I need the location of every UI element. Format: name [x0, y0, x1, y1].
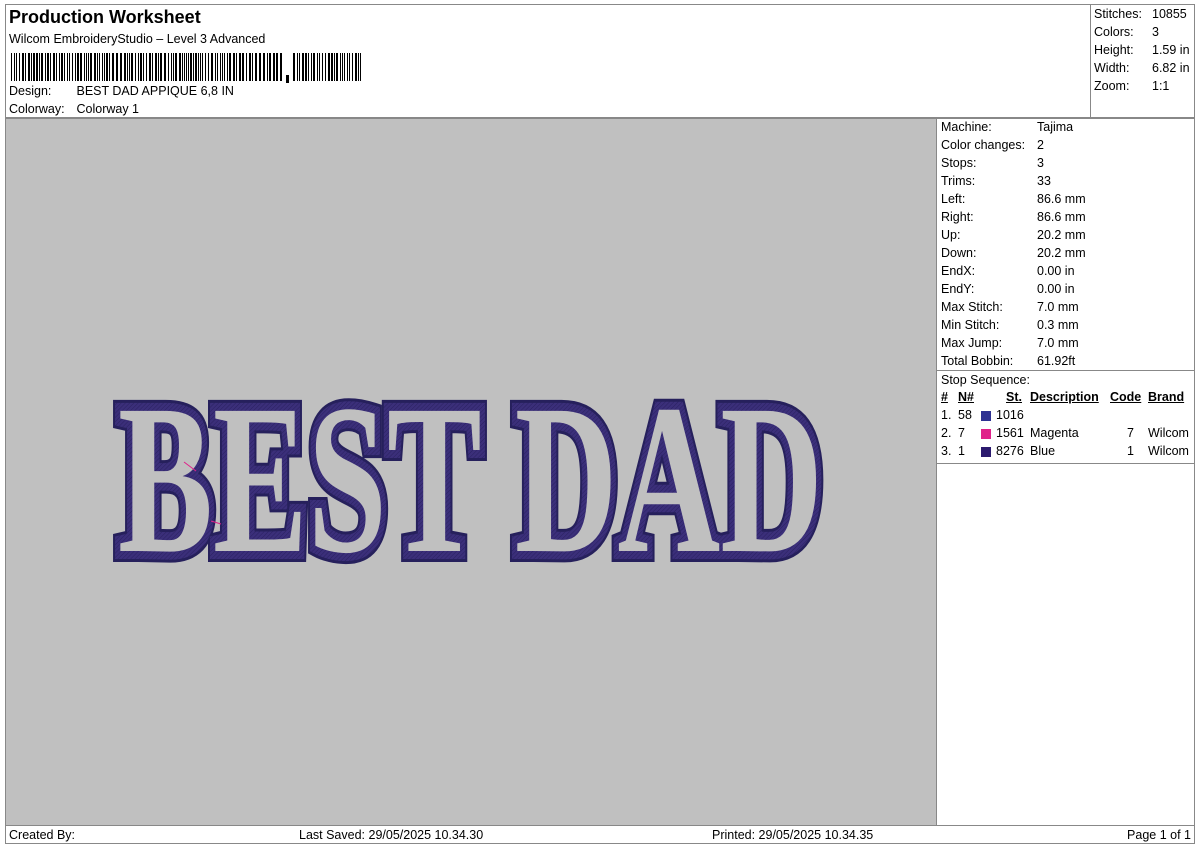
machine-row-value: Tajima [1037, 120, 1074, 134]
stop-row: 2. 7 1561 Magenta 7 Wilcom [937, 426, 1196, 444]
stop-sequence-title: Stop Sequence: [941, 373, 1030, 387]
stop-num: 1. [941, 408, 952, 422]
design-text-fill: BEST DAD [118, 361, 823, 598]
machine-row-label: Trims: [941, 174, 976, 188]
notes-area [936, 463, 1195, 826]
machine-row-value: 86.6 mm [1037, 192, 1086, 206]
col-desc: Description [1030, 390, 1099, 404]
summary-zoom: Zoom: 1:1 [1094, 79, 1170, 93]
col-brand: Brand [1148, 390, 1185, 404]
machine-row-value: 0.00 in [1037, 264, 1075, 278]
col-n: N# [958, 390, 974, 404]
colorway-value: Colorway 1 [76, 102, 140, 116]
summary-stitches: Stitches: 10855 [1094, 7, 1187, 21]
stop-row: 1. 58 1016 [937, 408, 1196, 426]
summary-width: Width: 6.82 in [1094, 61, 1190, 75]
machine-row: Stops: 3 [941, 156, 1044, 170]
worksheet-header: Production Worksheet Wilcom EmbroiderySt… [5, 4, 1091, 118]
machine-row-value: 33 [1037, 174, 1051, 188]
design-value: BEST DAD APPIQUE 6,8 IN [76, 84, 234, 98]
machine-row-value: 3 [1037, 156, 1044, 170]
machine-row-value: 86.6 mm [1037, 210, 1086, 224]
stop-brand: Wilcom [1148, 444, 1189, 458]
stop-code: 7 [1127, 426, 1134, 440]
stop-row: 3. 1 8276 Blue 1 Wilcom [937, 444, 1196, 462]
machine-row: Min Stitch: 0.3 mm [941, 318, 1079, 332]
machine-row: Max Jump: 7.0 mm [941, 336, 1079, 350]
printed-date: Printed: 29/05/2025 10.34.35 [712, 828, 874, 842]
design-row: Design: BEST DAD APPIQUE 6,8 IN [9, 84, 234, 98]
machine-row-label: Down: [941, 246, 977, 260]
stop-num: 2. [941, 426, 952, 440]
software-name: Wilcom EmbroideryStudio – Level 3 Advanc… [9, 32, 266, 46]
machine-row-label: Max Stitch: [941, 300, 1003, 314]
machine-row-label: EndY: [941, 282, 975, 296]
machine-row-value: 20.2 mm [1037, 246, 1086, 260]
thread-color-swatch [981, 429, 991, 439]
colorway-row: Colorway: Colorway 1 [9, 102, 139, 116]
stop-desc: Magenta [1030, 426, 1079, 440]
machine-row: Total Bobbin: 61.92ft [941, 354, 1075, 368]
machine-row: Up: 20.2 mm [941, 228, 1086, 242]
machine-row-label: Right: [941, 210, 974, 224]
machine-row: Machine: Tajima [941, 120, 1073, 134]
stop-st: 8276 [996, 444, 1024, 458]
machine-row: EndY: 0.00 in [941, 282, 1075, 296]
machine-row-value: 7.0 mm [1037, 300, 1079, 314]
design-label: Design: [9, 84, 52, 98]
design-preview: BEST DAD BEST DAD BEST DAD [5, 118, 937, 826]
summary-height: Height: 1.59 in [1094, 43, 1190, 57]
machine-row-label: Max Jump: [941, 336, 1003, 350]
stop-brand: Wilcom [1148, 426, 1189, 440]
stop-sequence-panel: Stop Sequence: # N# St. Description Code… [936, 370, 1195, 464]
stop-num: 3. [941, 444, 952, 458]
machine-row-value: 61.92ft [1037, 354, 1076, 368]
stop-n: 58 [958, 408, 972, 422]
col-num: # [941, 390, 948, 404]
stop-code: 1 [1127, 444, 1134, 458]
thread-color-swatch [981, 447, 991, 457]
embroidery-design-image: BEST DAD BEST DAD BEST DAD [107, 350, 834, 609]
worksheet-footer: Created By: Last Saved: 29/05/2025 10.34… [5, 825, 1195, 844]
summary-panel: Stitches: 10855 Colors: 3 Height: 1.59 in W… [1091, 4, 1195, 118]
colorway-label: Colorway: [9, 102, 65, 116]
machine-row-label: EndX: [941, 264, 976, 278]
machine-row-value: 2 [1037, 138, 1044, 152]
machine-row: EndX: 0.00 in [941, 264, 1075, 278]
machine-row-label: Up: [941, 228, 961, 242]
machine-row-label: Total Bobbin: [941, 354, 1014, 368]
machine-row-label: Min Stitch: [941, 318, 1000, 332]
machine-row-label: Stops: [941, 156, 977, 170]
stop-desc: Blue [1030, 444, 1056, 458]
thread-color-swatch [981, 411, 991, 421]
stop-st: 1561 [996, 426, 1024, 440]
machine-row-value: 7.0 mm [1037, 336, 1079, 350]
created-by: Created By: [9, 828, 76, 842]
summary-colors: Colors: 3 [1094, 25, 1159, 39]
machine-row-value: 0.3 mm [1037, 318, 1079, 332]
machine-row-value: 0.00 in [1037, 282, 1075, 296]
stop-st: 1016 [996, 408, 1024, 422]
stop-sequence-header: # N# St. Description Code Brand [937, 390, 1196, 408]
stop-n: 1 [958, 444, 965, 458]
barcode-image [11, 53, 361, 83]
machine-row: Trims: 33 [941, 174, 1051, 188]
col-st: St. [1006, 390, 1022, 404]
machine-row: Down: 20.2 mm [941, 246, 1086, 260]
machine-row: Color changes: 2 [941, 138, 1044, 152]
machine-row: Max Stitch: 7.0 mm [941, 300, 1079, 314]
machine-info-panel: Machine: Tajima Color changes: 2 Stops: 3 Trim… [936, 118, 1195, 371]
machine-row: Left: 86.6 mm [941, 192, 1086, 206]
machine-row-label: Color changes: [941, 138, 1026, 152]
col-code: Code [1110, 390, 1142, 404]
last-saved: Last Saved: 29/05/2025 10.34.30 [299, 828, 484, 842]
stop-n: 7 [958, 426, 965, 440]
page-title: Production Worksheet [9, 7, 201, 27]
page-number: Page 1 of 1 [1127, 828, 1191, 842]
machine-row-label: Left: [941, 192, 966, 206]
machine-row-label: Machine: [941, 120, 992, 134]
machine-row: Right: 86.6 mm [941, 210, 1086, 224]
machine-row-value: 20.2 mm [1037, 228, 1086, 242]
